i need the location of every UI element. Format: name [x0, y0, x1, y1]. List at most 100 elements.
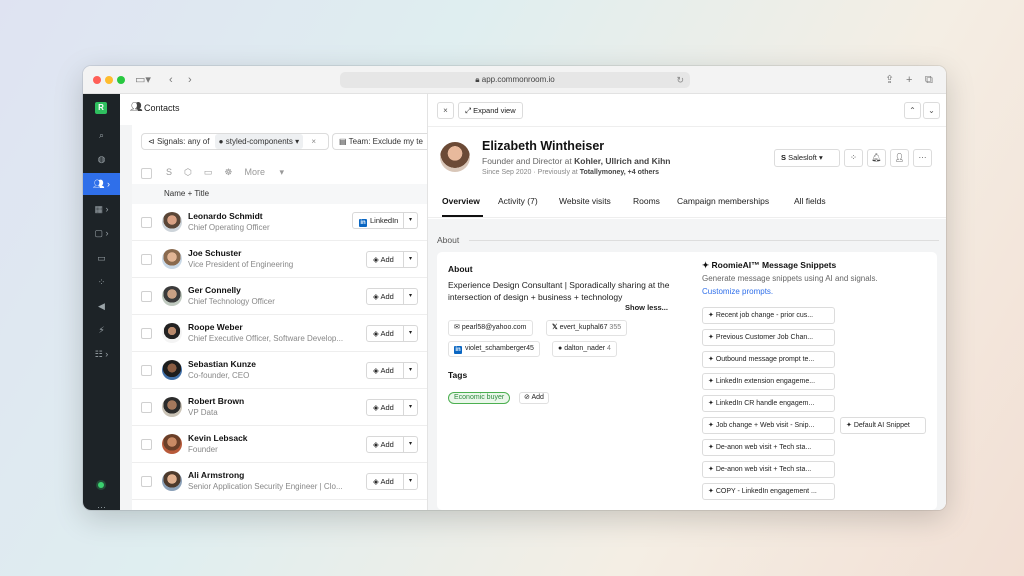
dashboard-icon[interactable]: ▭ [83, 247, 120, 269]
snippet-button[interactable]: ✦ Job change + Web visit - Snip... [702, 417, 835, 434]
contact-name[interactable]: Roope Weber [188, 322, 243, 332]
close-icon[interactable]: × [437, 102, 454, 119]
column-header-name[interactable]: Name + Title [164, 184, 209, 204]
row-checkbox[interactable] [141, 402, 152, 413]
zoom-window-button[interactable] [117, 76, 125, 84]
hubspot-icon[interactable]: ☸ [224, 167, 232, 177]
add-button[interactable]: ◈ Add ▾ [366, 251, 418, 268]
contact-name[interactable]: Ger Connelly [188, 285, 241, 295]
row-checkbox[interactable] [141, 217, 152, 228]
reload-icon[interactable]: ↻ [676, 72, 684, 88]
row-checkbox[interactable] [141, 365, 152, 376]
chevron-down-icon[interactable]: ⌄ [923, 102, 940, 119]
select-all-checkbox[interactable] [141, 168, 152, 179]
bell-icon[interactable]: 🔔︎ [867, 149, 886, 167]
add-button[interactable]: ◈ Add ▾ [366, 436, 418, 453]
github-pill[interactable]: ● dalton_nader 4 [552, 341, 617, 357]
chevron-down-icon[interactable]: ▾ [403, 437, 417, 452]
more-actions-button[interactable]: More ▾ [244, 167, 284, 177]
message-icon[interactable]: ▭ [204, 167, 213, 177]
tab-activity[interactable]: Activity (7) [498, 196, 538, 206]
campaigns-icon[interactable]: ◀ [83, 295, 120, 317]
tabs-overview-icon[interactable]: ⧉ [925, 72, 933, 88]
contacts-icon[interactable]: 👥︎ › [83, 173, 120, 195]
snippet-button[interactable]: ✦ De-anon web visit + Tech sta... [702, 461, 835, 478]
remove-filter-icon[interactable]: × [311, 137, 316, 146]
signals-filter[interactable]: ⊲ Signals: any of ● styled-components ▾ … [141, 133, 329, 150]
snippet-button[interactable]: ✦ Previous Customer Job Chan... [702, 329, 835, 346]
table-row[interactable]: Joe Schuster Vice President of Engineeri… [132, 241, 427, 278]
tab-campaign-memberships[interactable]: Campaign memberships [677, 196, 769, 206]
tab-rooms[interactable]: Rooms [633, 196, 660, 206]
contact-name[interactable]: Robert Brown [188, 396, 244, 406]
add-button[interactable]: ◈ Add ▾ [366, 362, 418, 379]
forward-icon[interactable]: › [188, 72, 192, 88]
expand-view-button[interactable]: ⤢ Expand view [458, 102, 523, 119]
contact-name[interactable]: Sebastian Kunze [188, 359, 256, 369]
row-checkbox[interactable] [141, 476, 152, 487]
reports-icon[interactable]: ☷ › [83, 343, 120, 365]
salesloft-icon[interactable]: S [166, 167, 172, 177]
team-filter[interactable]: ▤ Team: Exclude my te [332, 133, 427, 150]
row-checkbox[interactable] [141, 439, 152, 450]
snippet-button[interactable]: ✦ Recent job change - prior cus... [702, 307, 835, 324]
snippet-button[interactable]: ✦ COPY - LinkedIn engagement ... [702, 483, 835, 500]
chevron-down-icon[interactable]: ▾ [403, 363, 417, 378]
chevron-down-icon[interactable]: ▾ [403, 289, 417, 304]
assign-user-icon[interactable]: 👤︎ [890, 149, 909, 167]
contact-name[interactable]: Joe Schuster [188, 248, 241, 258]
back-icon[interactable]: ‹ [169, 72, 173, 88]
chevron-down-icon[interactable]: ▾ [403, 326, 417, 341]
workflows-icon[interactable]: ⚡︎ [83, 319, 120, 341]
chevron-up-icon[interactable]: ⌃ [904, 102, 921, 119]
snippet-button[interactable]: ✦ De-anon web visit + Tech sta... [702, 439, 835, 456]
show-less-link[interactable]: Show less... [625, 303, 668, 312]
table-row[interactable]: Ali Armstrong Senior Application Securit… [132, 463, 427, 500]
more-icon[interactable]: ··· [83, 502, 120, 510]
tab-overview[interactable]: Overview [442, 196, 480, 206]
email-pill[interactable]: ✉ pearl58@yahoo.com [448, 320, 533, 336]
row-checkbox[interactable] [141, 328, 152, 339]
conversations-icon[interactable]: ▢ › [83, 222, 120, 244]
salesloft-button[interactable]: S Salesloft ▾ [774, 149, 840, 167]
table-row[interactable]: Kevin Lebsack Founder ◈ Add ▾ [132, 426, 427, 463]
row-checkbox[interactable] [141, 254, 152, 265]
chevron-down-icon[interactable]: ▾ [403, 213, 417, 228]
add-button[interactable]: ◈ Add ▾ [366, 325, 418, 342]
add-tag-button[interactable]: ⊘ Add [519, 392, 549, 404]
chevron-down-icon[interactable]: ▾ [403, 474, 417, 489]
tag-icon[interactable]: ⬡ [184, 167, 192, 177]
sidebar-toggle-icon[interactable]: ▭▾ [135, 72, 151, 88]
address-bar[interactable]: 🔒︎ app.commonroom.io ↻ [340, 72, 690, 88]
snippet-button[interactable]: ✦ LinkedIn CR handle engagem... [702, 395, 835, 412]
contact-name[interactable]: Ali Armstrong [188, 470, 244, 480]
add-button[interactable]: ◈ Add ▾ [366, 399, 418, 416]
chevron-down-icon[interactable]: ▾ [403, 252, 417, 267]
snippet-button[interactable]: ✦ LinkedIn extension engageme... [702, 373, 835, 390]
segments-icon[interactable]: ⁘ [83, 271, 120, 293]
table-row[interactable]: Robert Brown VP Data ◈ Add ▾ [132, 389, 427, 426]
tab-all-fields[interactable]: All fields [794, 196, 826, 206]
tab-website-visits[interactable]: Website visits [559, 196, 611, 206]
more-options-icon[interactable]: ··· [913, 149, 932, 167]
new-tab-icon[interactable]: + [906, 72, 912, 88]
chevron-down-icon[interactable]: ▾ [403, 400, 417, 415]
table-row[interactable]: Roope Weber Chief Executive Officer, Sof… [132, 315, 427, 352]
table-row[interactable]: Leonardo Schmidt Chief Operating Officer… [132, 204, 427, 241]
customize-prompts-link[interactable]: Customize prompts. [702, 287, 773, 296]
twitter-pill[interactable]: 𝕏 evert_kuphal67 355 [546, 320, 628, 336]
add-button[interactable]: ◈ Add ▾ [366, 288, 418, 305]
add-button[interactable]: ◈ Add ▾ [366, 473, 418, 490]
app-logo[interactable]: R [95, 102, 107, 114]
tag-economic-buyer[interactable]: Economic buyer [448, 392, 511, 404]
profile-previous-companies[interactable]: Totallymoney, +4 others [580, 169, 659, 176]
linkedin-button[interactable]: in LinkedIn ▾ [352, 212, 418, 229]
contact-name[interactable]: Kevin Lebsack [188, 433, 248, 443]
linkedin-pill[interactable]: in violet_schamberger45 [448, 341, 540, 357]
organizations-icon[interactable]: ▦ › [83, 198, 120, 220]
table-row[interactable]: Sebastian Kunze Co-founder, CEO ◈ Add ▾ [132, 352, 427, 389]
table-row[interactable]: Ger Connelly Chief Technology Officer ◈ … [132, 278, 427, 315]
minimize-window-button[interactable] [105, 76, 113, 84]
profile-company[interactable]: Kohler, Ullrich and Kihn [574, 156, 670, 166]
snippet-button[interactable]: ✦ Default AI Snippet [840, 417, 926, 434]
